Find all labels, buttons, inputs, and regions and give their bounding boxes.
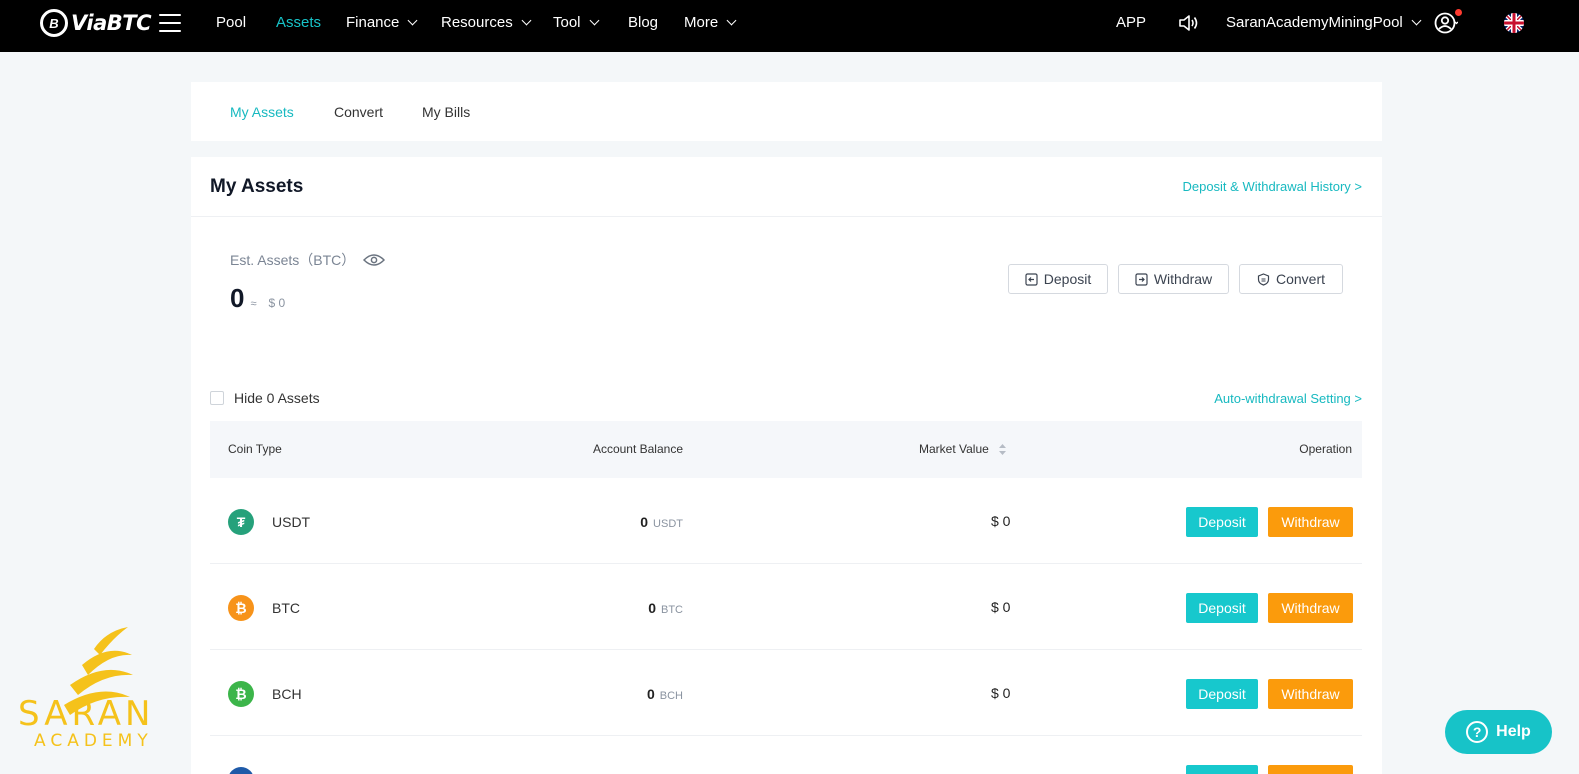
est-btc-value: 0 [230, 283, 245, 313]
th-coin-type: Coin Type [228, 442, 282, 456]
chevron-down-icon [521, 15, 532, 26]
deposit-btc-button[interactable]: Deposit [1186, 593, 1258, 623]
account-menu[interactable]: SaranAcademyMiningPool [1226, 14, 1422, 31]
hide-zero-checkbox[interactable] [210, 391, 224, 405]
nav-resources[interactable]: Resources [441, 14, 532, 31]
withdraw-button[interactable]: Withdraw [1118, 264, 1229, 294]
withdraw-icon [1135, 272, 1148, 286]
deposit-icon [1025, 272, 1038, 286]
withdraw-btc-button[interactable]: Withdraw [1268, 593, 1353, 623]
est-usd-value: $ 0 [268, 296, 286, 310]
chevron-down-icon [407, 15, 418, 26]
hide-zero-assets[interactable]: Hide 0 Assets [210, 390, 320, 406]
approx-sign: ≈ [250, 298, 257, 310]
bch-icon: ₿ [228, 681, 254, 707]
coin-name: USDT [272, 514, 311, 530]
bitcoin-logo-icon: B [40, 9, 68, 37]
nav-more[interactable]: More [684, 14, 737, 31]
shield-icon [1257, 272, 1270, 286]
menu-icon[interactable] [159, 14, 181, 32]
chevron-down-icon [726, 15, 737, 26]
table-row: ₿ BTC 0 BTC $ 0 Deposit Withdraw [210, 564, 1362, 650]
chevron-down-icon [589, 15, 599, 26]
chevron-down-icon [1411, 15, 1422, 26]
usdt-icon: ₮ [228, 509, 254, 535]
auto-withdrawal-link[interactable]: Auto-withdrawal Setting > [1214, 391, 1362, 406]
table-header: Coin Type Account Balance Market Value O… [210, 421, 1362, 478]
withdraw-bch-button[interactable]: Withdraw [1268, 679, 1353, 709]
est-assets-label: Est. Assets（BTC） [230, 250, 386, 270]
th-market-value[interactable]: Market Value [919, 442, 1007, 456]
page-title: My Assets [210, 176, 304, 197]
tab-convert[interactable]: Convert [334, 104, 383, 120]
deposit-button[interactable] [1186, 765, 1258, 774]
tab-my-bills[interactable]: My Bills [422, 104, 470, 120]
btc-icon: ₿ [228, 595, 254, 621]
logo-text: ViaBTC [71, 11, 152, 35]
watermark-line2: ACADEMY [34, 731, 153, 751]
deposit-bch-button[interactable]: Deposit [1186, 679, 1258, 709]
nav-app[interactable]: APP [1116, 14, 1146, 31]
my-assets-card: My Assets Deposit & Withdrawal History >… [191, 157, 1382, 774]
account-balance: 0 BCH [646, 686, 683, 702]
help-button[interactable]: ? Help [1445, 710, 1552, 754]
asset-tabs: My Assets Convert My Bills [191, 82, 1382, 141]
table-row: ₿ BCH 0 BCH $ 0 Deposit Withdraw [210, 650, 1362, 736]
sort-icon[interactable] [998, 443, 1007, 456]
account-balance: 0 BTC [648, 600, 683, 616]
market-value: $ 0 [991, 513, 1011, 529]
nav-blog[interactable]: Blog [628, 14, 658, 31]
speaker-icon[interactable] [1177, 12, 1199, 34]
table-row [210, 736, 1362, 774]
convert-button[interactable]: Convert [1239, 264, 1343, 294]
th-operation: Operation [1299, 442, 1352, 456]
uk-flag-icon[interactable] [1504, 13, 1524, 33]
watermark-line1: SARAN [18, 694, 155, 734]
coin-icon [228, 767, 254, 774]
card-header: My Assets Deposit & Withdrawal History > [191, 157, 1382, 217]
nav-tool[interactable]: Tool [553, 14, 599, 31]
est-assets-value: 0 ≈ $ 0 [230, 283, 285, 314]
question-icon: ? [1466, 721, 1489, 743]
viabtc-logo[interactable]: B ViaBTC [40, 8, 152, 38]
withdraw-usdt-button[interactable]: Withdraw [1268, 507, 1353, 537]
market-value: $ 0 [991, 599, 1011, 615]
coin-name: BCH [272, 686, 302, 702]
deposit-usdt-button[interactable]: Deposit [1186, 507, 1258, 537]
th-account-balance: Account Balance [592, 442, 683, 456]
nav-pool[interactable]: Pool [216, 14, 246, 31]
coin-name: BTC [272, 600, 300, 616]
eye-icon[interactable] [363, 253, 386, 267]
user-icon[interactable] [1434, 11, 1458, 35]
notification-dot [1455, 9, 1462, 16]
nav-assets[interactable]: Assets [276, 14, 321, 31]
table-row: ₮ USDT 0 USDT $ 0 Deposit Withdraw [210, 478, 1362, 564]
deposit-button[interactable]: Deposit [1008, 264, 1108, 294]
account-balance: 0 USDT [640, 514, 683, 530]
history-link[interactable]: Deposit & Withdrawal History > [1182, 179, 1362, 194]
tab-my-assets[interactable]: My Assets [230, 104, 294, 120]
withdraw-button[interactable] [1268, 765, 1353, 774]
nav-finance[interactable]: Finance [346, 14, 418, 31]
market-value: $ 0 [991, 685, 1011, 701]
top-nav: B ViaBTC Pool Assets Finance Resources T… [0, 0, 1579, 52]
